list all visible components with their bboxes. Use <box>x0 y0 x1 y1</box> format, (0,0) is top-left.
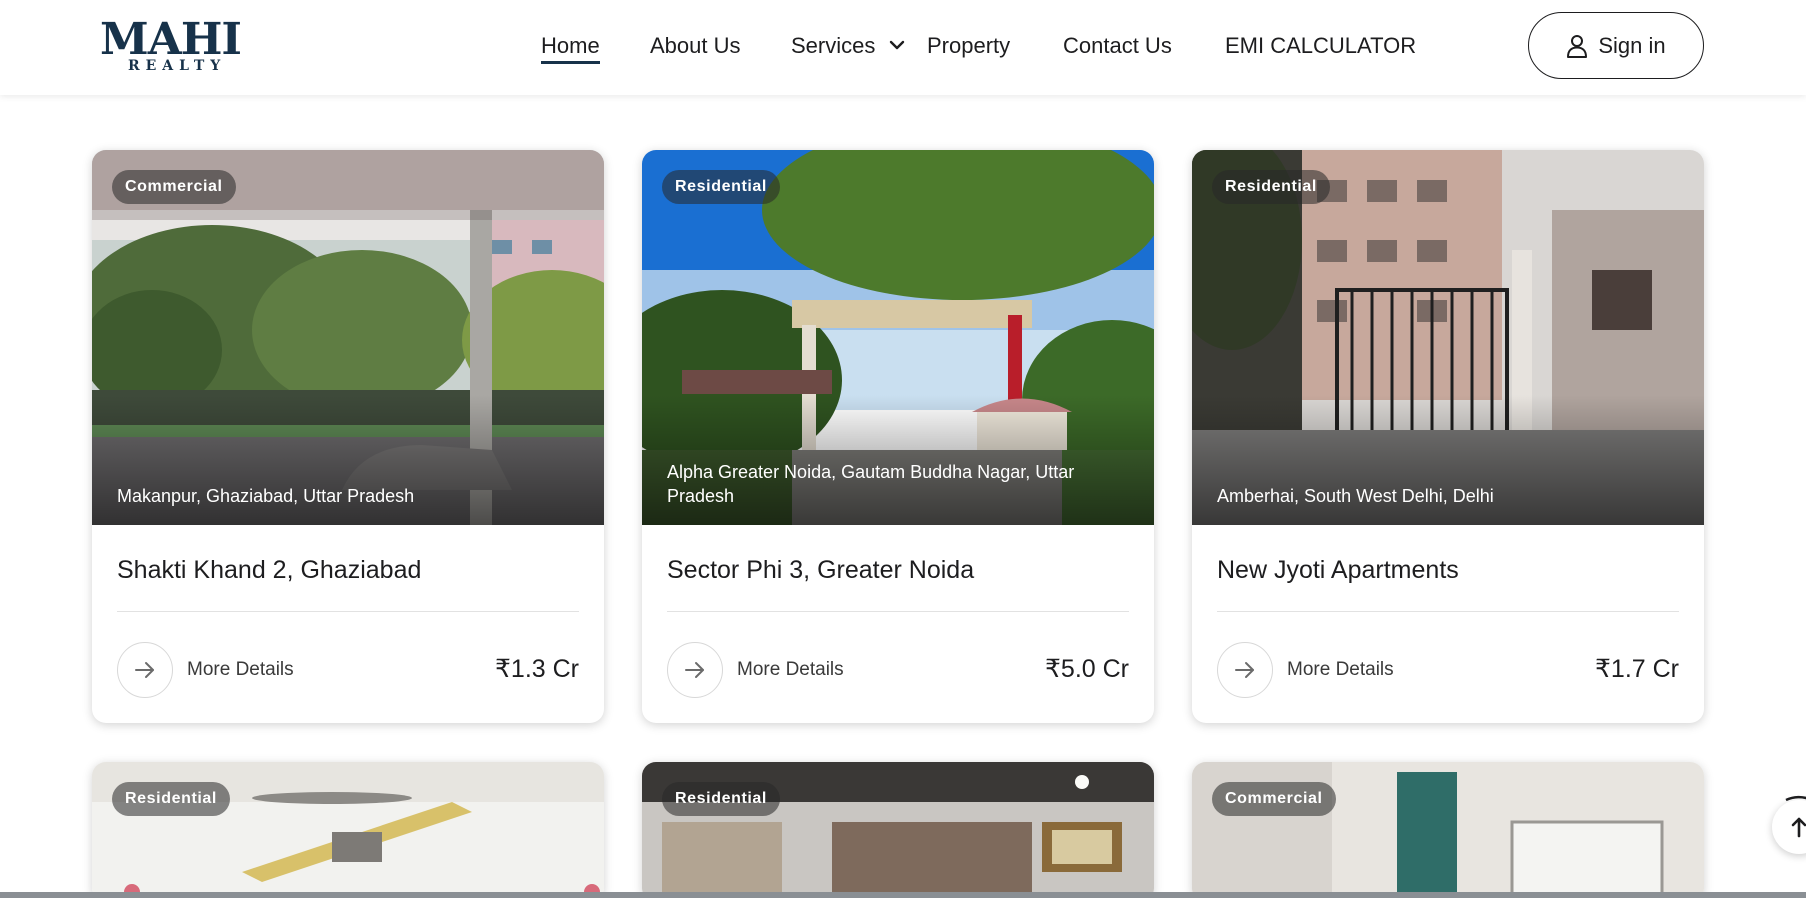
nav-emi-calculator[interactable]: EMI CALCULATOR <box>1225 31 1416 61</box>
property-location: Makanpur, Ghaziabad, Uttar Pradesh <box>117 486 415 506</box>
property-price: ₹1.3 Cr <box>495 655 579 683</box>
more-details-button[interactable] <box>1217 642 1273 698</box>
property-title[interactable]: Shakti Khand 2, Ghaziabad <box>117 555 421 585</box>
property-type-badge: Residential <box>112 782 230 816</box>
arrow-right-icon <box>135 662 154 678</box>
scroll-to-top-button[interactable] <box>1772 800 1806 854</box>
card-divider <box>667 611 1129 612</box>
logo-subtext: REALTY <box>128 58 227 74</box>
property-type-badge: Residential <box>662 782 780 816</box>
site-header: MAHI REALTY Home About Us Services Prope… <box>0 0 1806 95</box>
property-type-badge: Residential <box>662 170 780 204</box>
property-card[interactable]: Residential Alpha Greater Noida, Gautam … <box>642 150 1154 723</box>
property-image <box>92 150 604 525</box>
arrow-right-icon <box>685 662 704 678</box>
window-bottom-edge <box>0 892 1806 898</box>
more-details-link[interactable]: More Details <box>1287 658 1394 682</box>
property-price: ₹1.7 Cr <box>1595 655 1679 683</box>
nav-home[interactable]: Home <box>541 31 600 64</box>
property-image <box>1192 150 1704 525</box>
more-details-link[interactable]: More Details <box>187 658 294 682</box>
property-card[interactable]: Commercial <box>1192 762 1704 898</box>
property-card[interactable]: Commercial Makanpur, Ghaziabad, Uttar Pr… <box>92 150 604 723</box>
nav-property[interactable]: Property <box>927 31 1010 61</box>
more-details-link[interactable]: More Details <box>737 658 844 682</box>
property-type-badge: Commercial <box>112 170 236 204</box>
property-card[interactable]: Residential <box>92 762 604 898</box>
nav-about-us[interactable]: About Us <box>650 31 741 61</box>
property-location: Alpha Greater Noida, Gautam Buddha Nagar… <box>667 462 1075 506</box>
property-title[interactable]: Sector Phi 3, Greater Noida <box>667 555 974 585</box>
mahi-realty-logo[interactable]: MAHI REALTY <box>100 14 250 75</box>
chevron-down-icon <box>890 40 905 50</box>
property-location: Amberhai, South West Delhi, Delhi <box>1217 486 1494 506</box>
arrow-right-icon <box>1235 662 1254 678</box>
property-price: ₹5.0 Cr <box>1045 655 1129 683</box>
property-type-badge: Commercial <box>1212 782 1336 816</box>
more-details-button[interactable] <box>117 642 173 698</box>
more-details-button[interactable] <box>667 642 723 698</box>
property-card[interactable]: Residential Amberhai, South West Delhi, … <box>1192 150 1704 723</box>
property-type-badge: Residential <box>1212 170 1330 204</box>
property-title[interactable]: New Jyoti Apartments <box>1217 555 1459 585</box>
logo-wordmark: MAHI <box>100 14 242 65</box>
sign-in-label: Sign in <box>1598 32 1666 58</box>
nav-services[interactable]: Services <box>791 31 905 61</box>
user-icon <box>1567 34 1588 58</box>
card-divider <box>1217 611 1679 612</box>
nav-contact-us[interactable]: Contact Us <box>1063 31 1172 61</box>
card-divider <box>117 611 579 612</box>
arrow-up-icon <box>1791 817 1806 838</box>
nav-services-label: Services <box>791 33 876 58</box>
sign-in-button[interactable]: Sign in <box>1528 12 1704 79</box>
property-card[interactable]: Residential <box>642 762 1154 898</box>
